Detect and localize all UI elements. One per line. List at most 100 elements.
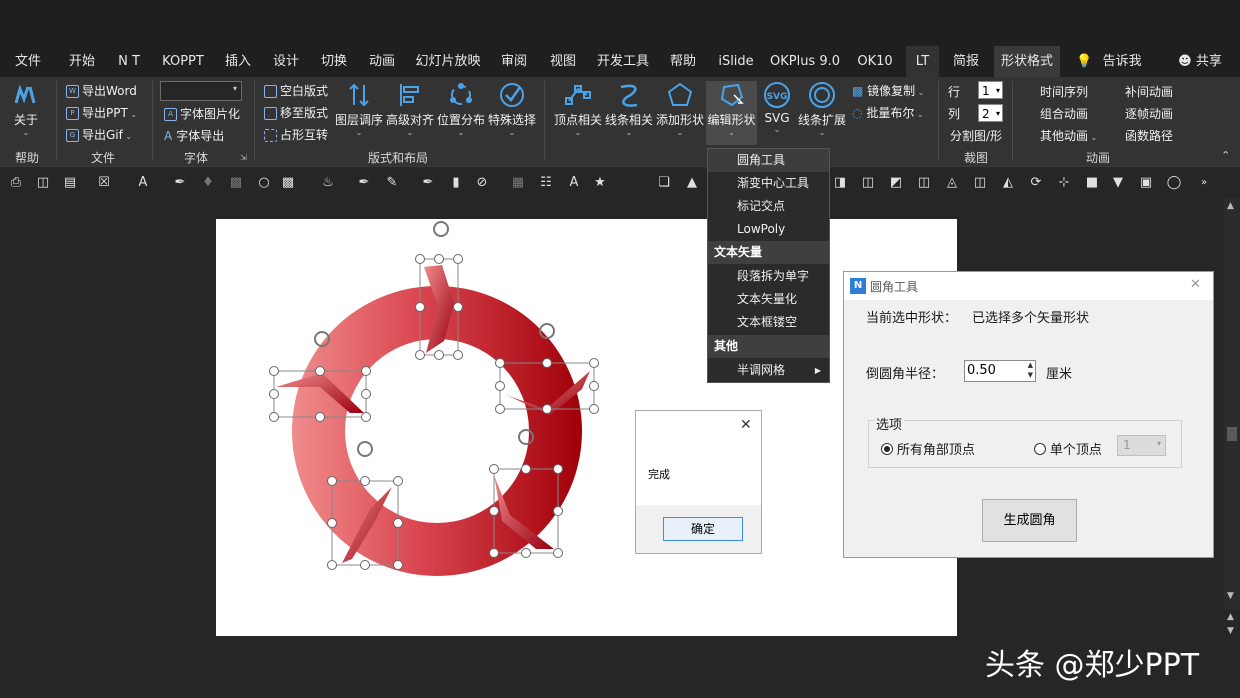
menu-item-split-chars[interactable]: 段落拆为单字 [708,265,829,288]
tab-koppt[interactable]: KOPPT [156,46,210,77]
tab-islide[interactable]: iSlide [713,46,759,77]
align-top-icon[interactable]: ◬ [944,175,960,191]
menu-item-textbox-hollow[interactable]: 文本框镂空 [708,311,829,334]
table-icon[interactable]: ▦ [510,175,526,191]
split-button[interactable]: 分割图/形 [950,127,1002,144]
align-left-icon[interactable]: ◨ [832,175,848,191]
close-icon[interactable]: ✕ [1190,277,1201,292]
font-export-button[interactable]: A 字体导出 [164,127,224,144]
no-symbol-icon[interactable]: ⊘ [474,175,490,191]
tell-me[interactable]: 💡 告诉我 [1072,46,1146,77]
align-middle-icon[interactable]: ◫ [972,175,988,191]
vertex-button[interactable]: 顶点相关 ⌄ [553,81,603,137]
circle-outline-icon[interactable]: ◯ [1166,175,1182,191]
export-ppt-button[interactable]: P 导出PPT ⌄ [66,104,137,121]
single-vertex-radio[interactable]: 单个顶点 [1034,439,1102,458]
export-gif-button[interactable]: G 导出Gif ⌄ [66,126,132,143]
cross-box-icon[interactable]: ☒ [96,175,112,191]
tab-transition[interactable]: 切换 [314,46,354,77]
tab-review[interactable]: 审阅 [494,46,534,77]
generate-button[interactable]: 生成圆角 [982,499,1077,542]
layer-order-button[interactable]: 图层调序 ⌄ [334,81,384,137]
columns-icon[interactable]: ☷ [538,175,554,191]
batch-boolean-button[interactable]: ◌ 批量布尔 ⌄ [852,104,924,121]
col-spinner[interactable]: 2 ▾ [978,104,1003,122]
radius-input[interactable]: 0.50 ▲ ▼ [964,360,1036,382]
group-icon[interactable]: ▩ [228,175,244,191]
triangle-icon[interactable]: ▲ [684,175,700,191]
menu-item-round-corner[interactable]: 圆角工具 [708,149,829,172]
collapse-ribbon-icon[interactable]: ⌃ [1221,149,1230,162]
paint-bucket-icon[interactable]: ♨ [320,175,336,191]
menu-item-halftone-grid[interactable]: 半调网格 ▶ [708,359,829,382]
tab-brief[interactable]: 简报 [946,46,986,77]
spin-down-icon[interactable]: ▼ [1028,371,1033,379]
scroll-prev-page-icon[interactable]: ▲ [1227,612,1234,622]
tab-ok10[interactable]: OK10 [852,46,898,77]
shape-edit-icon[interactable]: ★ [592,175,608,191]
close-icon[interactable]: ✕ [740,417,752,433]
eyedropper-icon[interactable]: ✒ [172,175,188,191]
scroll-thumb[interactable] [1227,427,1237,441]
pen-icon[interactable]: ✎ [384,175,400,191]
tab-shape-format[interactable]: 形状格式 [994,46,1060,77]
scroll-up-icon[interactable]: ▲ [1227,201,1234,211]
font-to-image-button[interactable]: A 字体图片化 [164,105,240,122]
spin-up-icon[interactable]: ▲ [1028,361,1033,369]
tab-nt[interactable]: N T [110,46,148,77]
more-icon[interactable]: » [1196,175,1212,191]
tab-design[interactable]: 设计 [266,46,306,77]
ok-button[interactable]: 确定 [663,517,743,541]
time-sequence-button[interactable]: 时间序列 [1040,83,1088,100]
white-square-icon[interactable]: ■ [1084,175,1100,191]
scroll-down-icon[interactable]: ▼ [1227,591,1234,601]
row-spinner[interactable]: 1 ▾ [978,81,1003,99]
tab-help[interactable]: 帮助 [663,46,703,77]
position-distribute-button[interactable]: 位置分布 ⌄ [436,81,486,137]
frame-animation-button[interactable]: 逐帧动画 [1125,105,1173,122]
text-a-icon[interactable]: A [566,175,582,191]
share-button[interactable]: ☻ 共享 [1172,46,1228,77]
tween-animation-button[interactable]: 补间动画 [1125,83,1173,100]
mirror-copy-button[interactable]: ▩ 镜像复制 ⌄ [852,82,924,99]
line-extend-button[interactable]: 线条扩展 ⌄ [797,81,847,137]
font-color-icon[interactable]: A [135,175,151,191]
placeholder-swap-button[interactable]: 占形互转 [264,126,328,143]
combo-animation-button[interactable]: 组合动画 [1040,105,1088,122]
align-center-icon[interactable]: ◫ [860,175,876,191]
tab-okplus[interactable]: OKPlus 9.0 [768,46,842,77]
image-icon[interactable]: ▣ [1138,175,1154,191]
about-button[interactable]: 关于 ⌄ [8,81,44,137]
eyedropper-2-icon[interactable]: ✒ [356,175,372,191]
add-shape-button[interactable]: 添加形状 ⌄ [655,81,705,137]
tab-slideshow[interactable]: 幻灯片放映 [412,46,484,77]
tab-view[interactable]: 视图 [543,46,583,77]
menu-item-text-vectorize[interactable]: 文本矢量化 [708,288,829,311]
scroll-next-page-icon[interactable]: ▼ [1227,626,1234,636]
move-layout-button[interactable]: 移至版式 [264,104,328,121]
function-path-button[interactable]: 函数路径 [1125,127,1173,144]
other-animation-button[interactable]: 其他动画 ⌄ [1040,127,1097,144]
menu-item-lowpoly[interactable]: LowPoly [708,218,829,241]
print-icon[interactable]: ⎙ [8,175,24,191]
edit-shape-button[interactable]: 编辑形状 ⌄ [706,81,757,145]
tab-insert[interactable]: 插入 [218,46,258,77]
vertex-number-select[interactable]: 1 ▾ [1117,435,1166,456]
menu-item-mark-intersection[interactable]: 标记交点 [708,195,829,218]
copy-icon[interactable]: ❏ [656,175,672,191]
advanced-align-button[interactable]: 高级对齐 ⌄ [385,81,435,137]
vertical-scrollbar[interactable]: ▲ ▼ [1224,199,1240,609]
export-word-button[interactable]: W 导出Word [66,82,137,99]
rotate-icon[interactable]: ⟳ [1028,175,1044,191]
shape-union-icon[interactable]: ♦ [200,175,216,191]
circle-icon[interactable]: ○ [256,175,272,191]
distribute-h-icon[interactable]: ◫ [916,175,932,191]
eyedropper-3-icon[interactable]: ✒ [420,175,436,191]
crop-icon[interactable]: ⊹ [1056,175,1072,191]
tab-developer[interactable]: 开发工具 [594,46,652,77]
special-select-button[interactable]: 特殊选择 ⌄ [487,81,537,137]
menu-item-gradient-center[interactable]: 渐变中心工具 [708,172,829,195]
line-button[interactable]: 线条相关 ⌄ [604,81,654,137]
dialog-launcher-icon[interactable]: ⇲ [240,153,247,162]
tab-animation[interactable]: 动画 [362,46,402,77]
